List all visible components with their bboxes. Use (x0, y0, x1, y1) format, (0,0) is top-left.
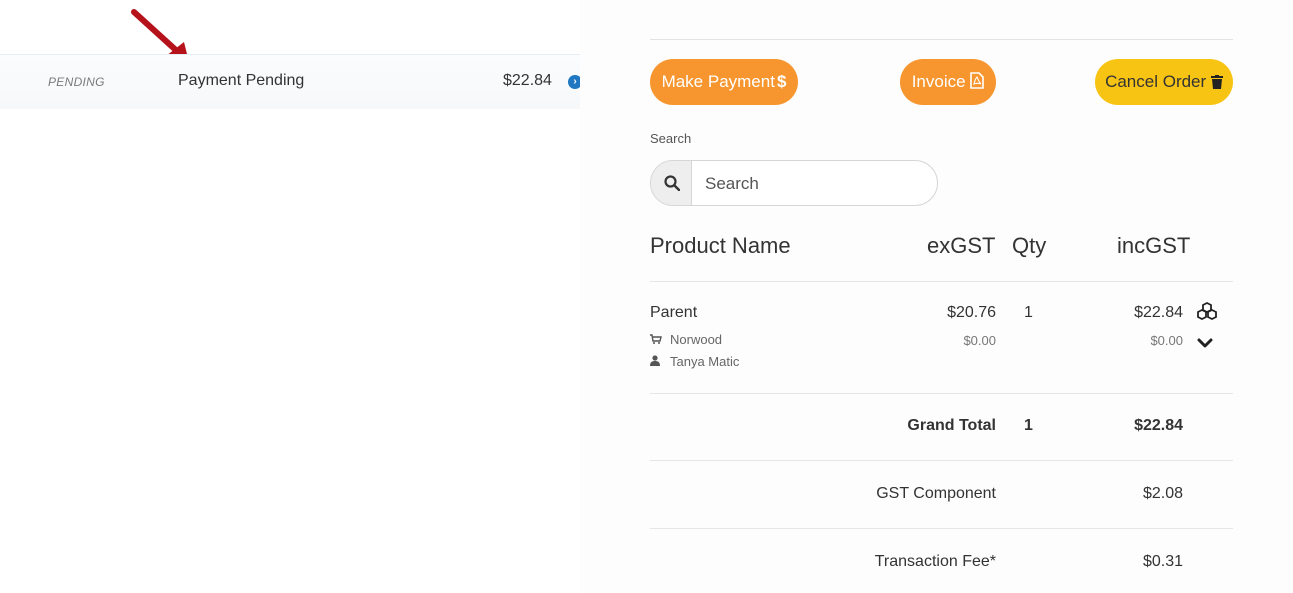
header-qty: Qty (1012, 233, 1047, 258)
search-addon[interactable] (651, 161, 692, 205)
order-amount: $22.84 (503, 72, 552, 89)
divider (650, 528, 1233, 529)
qty-value: 1 (1024, 304, 1033, 321)
divider (650, 393, 1233, 394)
invoice-label: Invoice (911, 72, 966, 91)
cancel-order-button[interactable]: Cancel Order (1095, 59, 1233, 105)
inc-gst-sub-value: $0.00 (1150, 333, 1183, 348)
make-payment-label: Make Payment (661, 72, 775, 91)
order-detail-panel: Make Payment $ Invoice Cancel Order Searc… (580, 0, 1293, 593)
gst-component-label: GST Component (876, 485, 996, 502)
gst-component-value: $2.08 (1142, 485, 1183, 502)
ex-gst-sub-value: $0.00 (963, 333, 996, 348)
user-icon (650, 355, 664, 369)
orders-list-panel: PENDING Payment Pending $22.84 › (0, 0, 590, 593)
cubes-icon[interactable] (1197, 302, 1217, 320)
header-ex-gst: exGST (927, 233, 996, 258)
search-input[interactable] (703, 171, 927, 197)
search-icon (664, 175, 680, 191)
ex-gst-value: $20.76 (947, 304, 996, 321)
transaction-fee-value: $0.31 (1142, 553, 1183, 570)
dollar-icon: $ (776, 72, 787, 91)
grand-total-label: Grand Total (907, 417, 996, 434)
cancel-order-label: Cancel Order (1105, 72, 1207, 91)
chevron-down-icon[interactable] (1197, 337, 1213, 349)
cart-icon (650, 334, 664, 347)
search-label: Search (650, 131, 692, 146)
person-text: Tanya Matic (670, 354, 740, 369)
divider (650, 460, 1233, 461)
divider (650, 281, 1233, 282)
status-text: Payment Pending (178, 72, 305, 89)
search-box (650, 160, 938, 206)
make-payment-button[interactable]: Make Payment $ (650, 59, 798, 105)
order-row[interactable]: PENDING Payment Pending $22.84 › (0, 54, 590, 109)
divider (650, 39, 1233, 40)
grand-total-value: $22.84 (1134, 417, 1183, 434)
invoice-button[interactable]: Invoice (900, 59, 996, 105)
trash-icon (1210, 75, 1223, 89)
product-name: Parent (650, 304, 698, 321)
pdf-file-icon (970, 72, 985, 89)
header-product-name: Product Name (650, 233, 791, 258)
status-tag: PENDING (48, 75, 105, 89)
product-location: Norwood (650, 332, 722, 347)
product-person: Tanya Matic (650, 354, 739, 369)
location-text: Norwood (670, 332, 723, 347)
header-inc-gst: incGST (1117, 233, 1191, 258)
inc-gst-value: $22.84 (1134, 304, 1183, 321)
grand-total-qty: 1 (1024, 417, 1033, 434)
transaction-fee-label: Transaction Fee* (874, 553, 996, 570)
